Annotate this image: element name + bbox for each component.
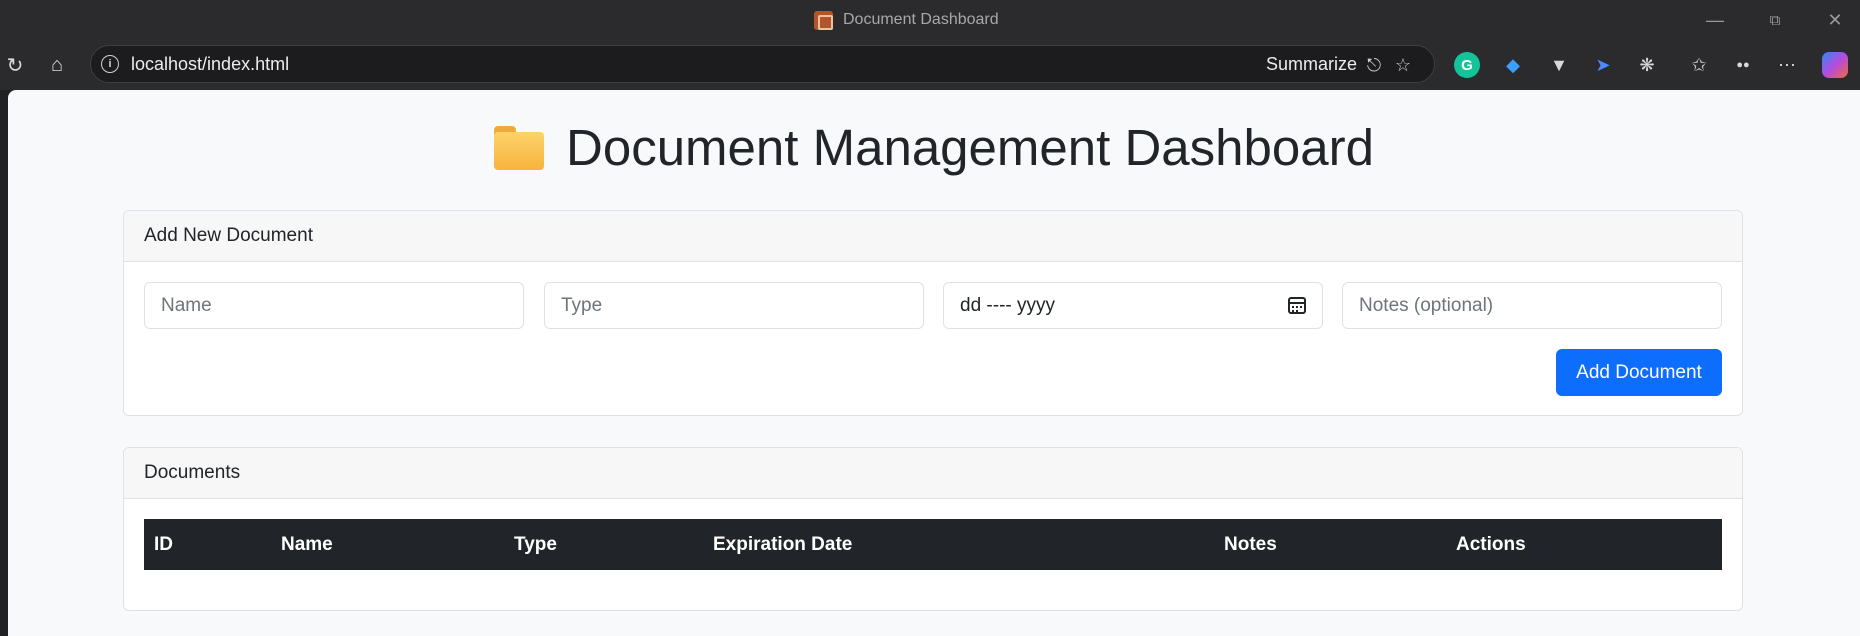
restore-icon[interactable]: ⧉ xyxy=(1760,6,1790,34)
site-info-icon[interactable]: i xyxy=(101,55,119,73)
expiration-date-input[interactable]: dd ---- yyyy xyxy=(943,282,1323,329)
vue-extension-icon[interactable]: ▼ xyxy=(1546,52,1572,78)
page-viewport: Document Management Dashboard Add New Do… xyxy=(8,90,1860,636)
summarize-button[interactable]: Summarize xyxy=(1266,54,1357,75)
folder-icon xyxy=(494,125,544,170)
window-title: Document Dashboard xyxy=(843,11,999,28)
column-header-name: Name xyxy=(281,534,333,555)
column-header-actions: Actions xyxy=(1456,534,1526,555)
column-header-id: ID xyxy=(154,534,173,555)
summarize-icon[interactable]: ⎋ xyxy=(1361,52,1387,78)
favorites-icon[interactable]: ✩ xyxy=(1686,52,1712,78)
column-header-type: Type xyxy=(514,534,557,555)
type-input[interactable]: Type xyxy=(544,282,924,329)
favorite-star-icon[interactable]: ☆ xyxy=(1390,52,1416,78)
profile-icon[interactable]: ●● xyxy=(1730,52,1756,78)
documents-card: Documents ID Name Type Expiration Date N… xyxy=(123,447,1743,611)
arrow-extension-icon[interactable]: ➤ xyxy=(1590,52,1616,78)
window-titlebar: Document Dashboard — ⧉ ✕ xyxy=(0,0,1860,40)
home-icon[interactable]: ⌂ xyxy=(42,50,72,80)
name-input[interactable]: Name xyxy=(144,282,524,329)
minimize-icon[interactable]: — xyxy=(1700,6,1730,34)
window-title-group: Document Dashboard xyxy=(814,10,999,30)
refresh-icon[interactable]: ↻ xyxy=(0,50,30,80)
documents-header: Documents xyxy=(124,448,1742,499)
notes-input[interactable]: Notes (optional) xyxy=(1342,282,1722,329)
add-document-header: Add New Document xyxy=(124,211,1742,262)
page-title: Document Management Dashboard xyxy=(566,119,1374,176)
calendar-icon[interactable] xyxy=(1288,297,1306,314)
gem-extension-icon[interactable]: ◆ xyxy=(1500,52,1526,78)
close-icon[interactable]: ✕ xyxy=(1820,6,1850,34)
add-document-button[interactable]: Add Document xyxy=(1556,349,1722,396)
page-heading: Document Management Dashboard xyxy=(494,122,1374,173)
copilot-icon[interactable] xyxy=(1822,52,1848,78)
app-icon xyxy=(814,10,833,30)
column-header-notes: Notes xyxy=(1224,534,1277,555)
more-menu-icon[interactable]: ⋯ xyxy=(1774,52,1800,78)
url-text[interactable]: localhost/index.html xyxy=(131,54,289,75)
extensions-puzzle-icon[interactable]: ❋ xyxy=(1634,52,1660,78)
documents-table-header: ID Name Type Expiration Date Notes Actio… xyxy=(144,519,1722,570)
grammarly-extension-icon[interactable]: G xyxy=(1454,52,1480,78)
browser-toolbar: ↻ ⌂ i localhost/index.html Summarize ⎋ ☆… xyxy=(0,40,1860,90)
address-bar[interactable]: i localhost/index.html Summarize ⎋ ☆ xyxy=(90,45,1435,83)
column-header-expiration-date: Expiration Date xyxy=(713,534,853,555)
date-value: dd ---- yyyy xyxy=(960,294,1055,316)
add-document-card: Add New Document Name Type dd ---- yyyy … xyxy=(123,210,1743,416)
